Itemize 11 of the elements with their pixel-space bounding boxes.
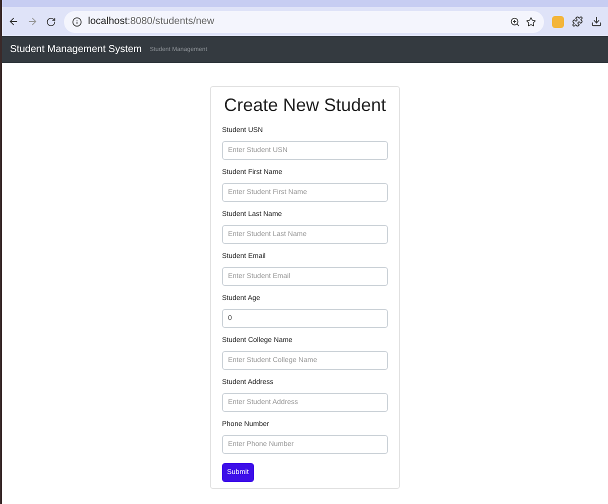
puzzle-icon[interactable]: [572, 16, 583, 27]
info-icon[interactable]: [72, 16, 82, 26]
address-bar[interactable]: localhost:8080/students/new: [64, 10, 544, 32]
back-icon[interactable]: [8, 16, 19, 27]
url-text: localhost:8080/students/new: [88, 16, 214, 27]
brand[interactable]: Student Management System: [10, 44, 142, 55]
star-icon[interactable]: [526, 16, 536, 26]
zoom-icon[interactable]: [510, 16, 520, 26]
reload-icon[interactable]: [46, 16, 56, 26]
form-title: Create New Student: [222, 94, 388, 117]
download-icon[interactable]: [591, 16, 602, 27]
